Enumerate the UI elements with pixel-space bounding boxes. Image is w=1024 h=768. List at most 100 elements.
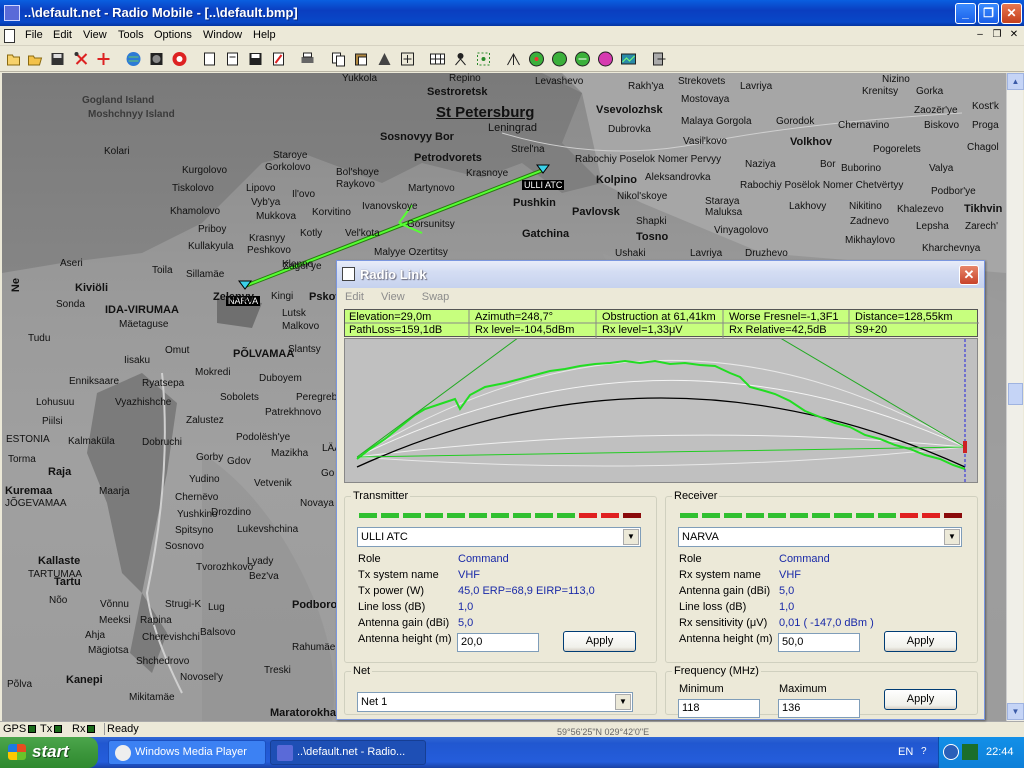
language-indicator[interactable]: EN xyxy=(898,746,913,758)
rx-station-select[interactable]: NARVA ▼ xyxy=(678,527,962,547)
dropdown-arrow-icon[interactable]: ▼ xyxy=(944,529,960,545)
menu-view[interactable]: View xyxy=(83,29,107,41)
tray-arrow-icon[interactable] xyxy=(943,744,959,760)
exit-icon[interactable] xyxy=(650,51,667,67)
merge-pictures-icon[interactable] xyxy=(376,51,393,67)
globe-icon[interactable] xyxy=(125,51,142,67)
menu-edit[interactable]: Edit xyxy=(53,29,72,41)
fit-to-screen-icon[interactable] xyxy=(399,51,416,67)
radio-link-title-bar[interactable]: Radio Link ✕ xyxy=(337,261,984,288)
radio-link-close-button[interactable]: ✕ xyxy=(959,265,979,285)
new-file-icon[interactable] xyxy=(5,51,22,67)
tx-row-value: VHF xyxy=(458,569,480,581)
tx-antenna-height-input[interactable]: 20,0 xyxy=(457,633,539,652)
rl-menu-swap[interactable]: Swap xyxy=(422,291,450,303)
frequency-apply-button[interactable]: Apply xyxy=(884,689,957,710)
menu-window[interactable]: Window xyxy=(203,29,242,41)
menu-options[interactable]: Options xyxy=(154,29,192,41)
radio-mobile-app-icon[interactable] xyxy=(4,5,20,21)
mdi-restore-button[interactable]: ❐ xyxy=(990,28,1004,42)
map-label: Shapki xyxy=(636,216,667,227)
cartesian-coverage-icon[interactable] xyxy=(551,51,568,67)
radio-link-window[interactable]: Radio Link ✕ Edit View Swap Elevation=29… xyxy=(336,260,985,720)
taskbar-item-radio-mobile[interactable]: ..\default.net - Radio... xyxy=(270,740,426,765)
map-label: Volkhov xyxy=(790,136,832,148)
scroll-up-arrow-icon[interactable]: ▲ xyxy=(1007,73,1024,90)
frequency-min-input[interactable]: 118 xyxy=(678,699,760,718)
toolbar xyxy=(0,47,1024,72)
save-picture-icon[interactable] xyxy=(247,51,264,67)
map-overlay-icon[interactable] xyxy=(171,51,188,67)
scroll-down-arrow-icon[interactable]: ▼ xyxy=(1007,703,1024,720)
net-select[interactable]: Net 1 ▼ xyxy=(357,692,633,712)
open-picture-icon[interactable] xyxy=(224,51,241,67)
map-label: Lug xyxy=(208,602,225,613)
zoom-icon[interactable] xyxy=(475,51,492,67)
map-label: Vasil'kovo xyxy=(683,136,727,147)
map-label: Gogland Island xyxy=(82,95,155,106)
map-label: Mokredi xyxy=(195,367,231,378)
rx-apply-button[interactable]: Apply xyxy=(884,631,957,652)
print-icon[interactable] xyxy=(299,51,316,67)
map-label: Zalustez xyxy=(186,415,224,426)
minimize-button[interactable]: _ xyxy=(955,3,976,24)
station-properties-icon[interactable] xyxy=(95,51,112,67)
clock[interactable]: 22:44 xyxy=(986,746,1014,758)
frequency-max-input[interactable]: 136 xyxy=(778,699,860,718)
meter-segment xyxy=(469,513,487,518)
link-profile-graph[interactable] xyxy=(344,328,978,483)
close-button[interactable]: ✕ xyxy=(1001,3,1022,24)
meter-segment xyxy=(623,513,641,518)
rl-menu-view[interactable]: View xyxy=(381,291,405,303)
map-label: Malyye Ozertitsy xyxy=(374,247,448,258)
tx-apply-button[interactable]: Apply xyxy=(563,631,636,652)
map-label: Biskovo xyxy=(924,120,960,131)
tx-station-select[interactable]: ULLI ATC ▼ xyxy=(357,527,641,547)
map-label: Levashevo xyxy=(535,76,584,87)
rl-menu-edit[interactable]: Edit xyxy=(345,291,364,303)
copy-icon[interactable] xyxy=(330,51,347,67)
network-properties-icon[interactable] xyxy=(73,51,90,67)
dropdown-arrow-icon[interactable]: ▼ xyxy=(623,529,639,545)
mdi-minimize-button[interactable]: – xyxy=(973,28,987,42)
document-icon[interactable] xyxy=(4,29,15,43)
rx-antenna-height-input[interactable]: 50,0 xyxy=(778,633,860,652)
radio-link-icon[interactable] xyxy=(505,51,522,67)
map-vertical-scrollbar[interactable]: ▲ ▼ xyxy=(1006,73,1024,721)
tx-site-label[interactable]: ULLI ATC xyxy=(522,180,565,190)
pdf-export-icon[interactable] xyxy=(270,51,287,67)
menu-file[interactable]: File xyxy=(25,29,43,41)
maximize-button[interactable]: ❐ xyxy=(978,3,999,24)
app-title-bar[interactable]: ..\default.net - Radio Mobile - [..\defa… xyxy=(0,0,1024,26)
polar-coverage-icon[interactable] xyxy=(528,51,545,67)
rx-row-label: Rx sensitivity (μV) xyxy=(679,617,768,629)
map-label: Kullakyula xyxy=(188,241,234,252)
save-icon[interactable] xyxy=(49,51,66,67)
route-coverage-icon[interactable] xyxy=(597,51,614,67)
map-label: Slantsy xyxy=(288,344,321,355)
menu-tools[interactable]: Tools xyxy=(118,29,144,41)
meter-segment xyxy=(878,513,896,518)
map-label: Võnnu xyxy=(100,599,129,610)
paste-icon[interactable] xyxy=(353,51,370,67)
menu-help[interactable]: Help xyxy=(253,29,276,41)
network-tray-icon[interactable] xyxy=(962,744,978,760)
new-picture-icon[interactable] xyxy=(201,51,218,67)
map-properties-icon[interactable] xyxy=(148,51,165,67)
elevation-grid-icon[interactable] xyxy=(620,51,637,67)
grid-icon[interactable] xyxy=(429,51,446,67)
frequency-max-label: Maximum xyxy=(779,683,827,695)
open-folder-icon[interactable] xyxy=(27,51,44,67)
rx-led-icon xyxy=(87,725,96,734)
scroll-thumb[interactable] xyxy=(1008,383,1023,405)
map-label: Maratorokha xyxy=(270,707,337,719)
dropdown-arrow-icon[interactable]: ▼ xyxy=(615,694,631,710)
find-best-site-icon[interactable] xyxy=(452,51,469,67)
map-label: Vinyagolovo xyxy=(714,225,769,236)
help-icon[interactable]: ? xyxy=(921,746,927,757)
start-button[interactable]: start xyxy=(0,737,98,768)
map-label: Sosnovo xyxy=(165,541,204,552)
mdi-close-button[interactable]: ✕ xyxy=(1007,28,1021,42)
interference-icon[interactable] xyxy=(574,51,591,67)
taskbar-item-media-player[interactable]: Windows Media Player xyxy=(108,740,266,765)
